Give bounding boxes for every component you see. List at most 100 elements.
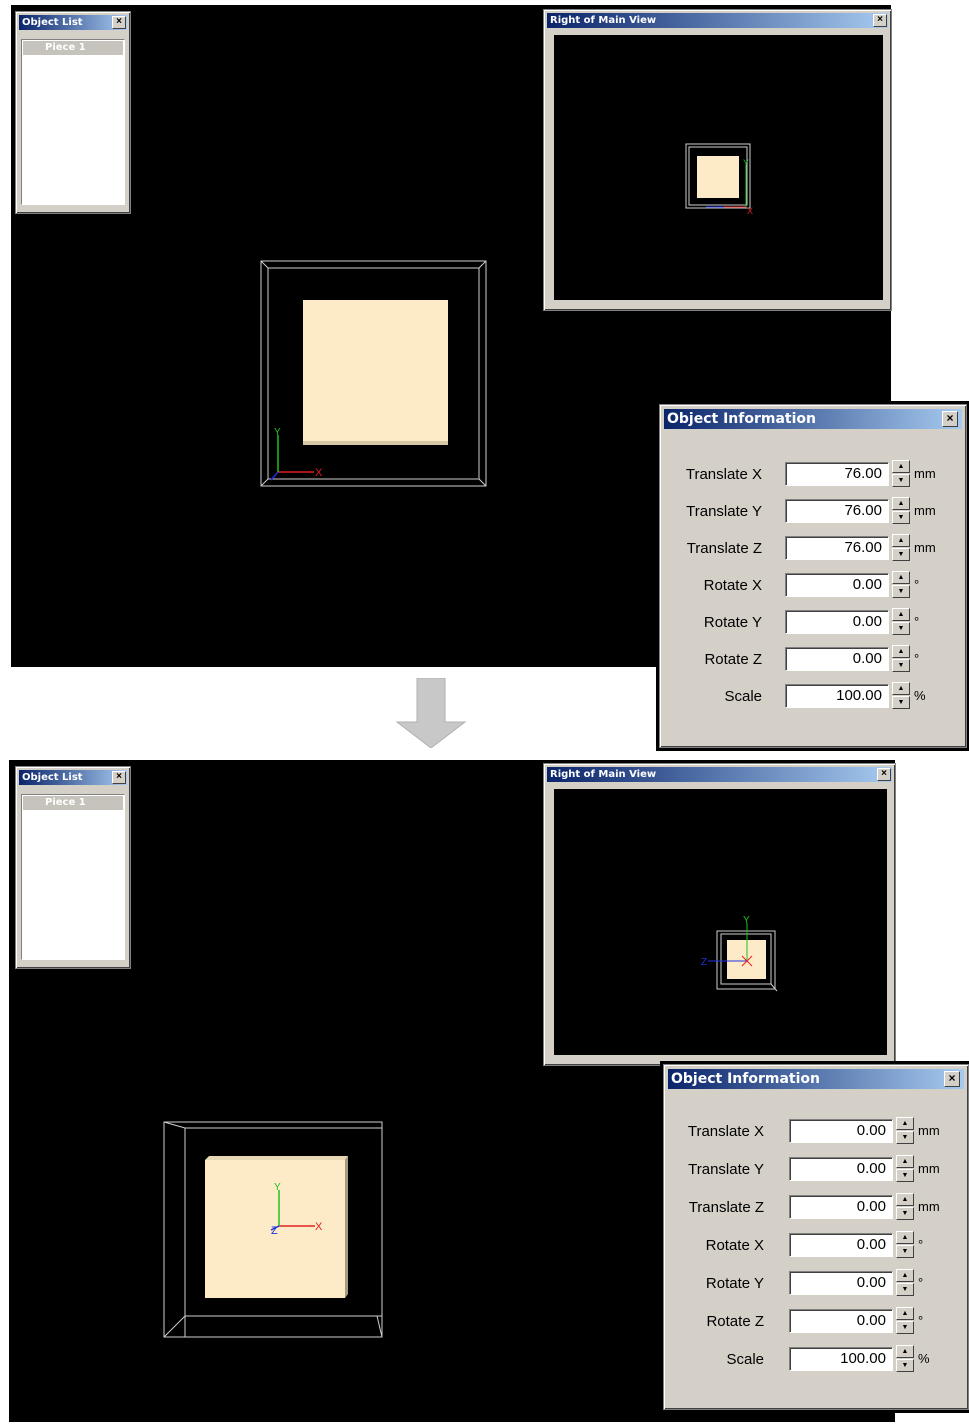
axis-z-label: Z [701, 957, 707, 968]
rotate-y-field[interactable]: 0.00 [789, 1271, 893, 1295]
translate-y-spinner[interactable]: ▲ ▼ [892, 497, 910, 525]
rotate-x-field[interactable]: 0.00 [785, 573, 889, 597]
unit-label: % [918, 1351, 930, 1366]
translate-x-spinner[interactable]: ▲ ▼ [896, 1117, 914, 1145]
spin-up-icon[interactable]: ▲ [896, 1155, 914, 1168]
rotate-y-field[interactable]: 0.00 [785, 610, 889, 634]
spin-up-icon[interactable]: ▲ [892, 645, 910, 658]
translate-y-label: Translate Y [686, 503, 762, 520]
row-translate-x: Translate X 76.00 ▲ ▼ mm [660, 460, 966, 488]
spin-down-icon[interactable]: ▼ [892, 622, 910, 635]
close-icon[interactable]: × [873, 14, 887, 27]
spin-up-icon[interactable]: ▲ [892, 497, 910, 510]
spin-up-icon[interactable]: ▲ [896, 1117, 914, 1130]
object-list-panel-before: Object List × Piece 1 [15, 11, 131, 214]
spin-down-icon[interactable]: ▼ [896, 1207, 914, 1220]
object-list-title: Object List [19, 15, 127, 30]
row-rotate-x: Rotate X 0.00 ▲ ▼ ° [664, 1231, 968, 1259]
unit-label: ° [914, 614, 920, 629]
close-icon[interactable]: × [944, 1071, 960, 1087]
scale-field[interactable]: 100.00 [785, 684, 889, 708]
translate-y-spinner[interactable]: ▲ ▼ [896, 1155, 914, 1183]
row-scale: Scale 100.00 ▲ ▼ % [664, 1345, 968, 1373]
row-rotate-x: Rotate X 0.00 ▲ ▼ ° [660, 571, 966, 599]
list-item[interactable]: Piece 1 [23, 41, 123, 55]
scale-spinner[interactable]: ▲ ▼ [892, 682, 910, 710]
row-translate-y: Translate Y 0.00 ▲ ▼ mm [664, 1155, 968, 1183]
rotate-x-spinner[interactable]: ▲ ▼ [896, 1231, 914, 1259]
scale-spinner[interactable]: ▲ ▼ [896, 1345, 914, 1373]
spin-down-icon[interactable]: ▼ [896, 1169, 914, 1182]
scale-label: Scale [724, 688, 762, 705]
object-list-panel-after: Object List × Piece 1 [15, 766, 131, 969]
close-icon[interactable]: × [877, 768, 891, 781]
row-rotate-z: Rotate Z 0.00 ▲ ▼ ° [660, 645, 966, 673]
spin-up-icon[interactable]: ▲ [892, 608, 910, 621]
translate-z-field[interactable]: 0.00 [789, 1195, 893, 1219]
spin-up-icon[interactable]: ▲ [896, 1269, 914, 1282]
spin-up-icon[interactable]: ▲ [896, 1345, 914, 1358]
spin-down-icon[interactable]: ▼ [896, 1321, 914, 1334]
translate-x-label: Translate X [685, 466, 762, 483]
unit-label: ° [918, 1237, 924, 1252]
spin-up-icon[interactable]: ▲ [892, 460, 910, 473]
list-item[interactable]: Piece 1 [23, 796, 123, 810]
down-arrow-icon [395, 678, 467, 748]
translate-y-field[interactable]: 0.00 [789, 1157, 893, 1181]
spin-down-icon[interactable]: ▼ [892, 696, 910, 709]
unit-label: ° [914, 577, 920, 592]
scale-field[interactable]: 100.00 [789, 1347, 893, 1371]
close-icon[interactable]: × [112, 771, 126, 784]
spin-up-icon[interactable]: ▲ [896, 1193, 914, 1206]
close-icon[interactable]: × [112, 16, 126, 29]
translate-z-label: Translate Z [686, 540, 762, 557]
right-viewport[interactable]: Z Y [554, 789, 887, 1055]
spin-up-icon[interactable]: ▲ [892, 682, 910, 695]
spin-down-icon[interactable]: ▼ [892, 474, 910, 487]
object-list-box[interactable]: Piece 1 [21, 794, 125, 960]
row-translate-x: Translate X 0.00 ▲ ▼ mm [664, 1117, 968, 1145]
spin-up-icon[interactable]: ▲ [896, 1307, 914, 1320]
close-icon[interactable]: × [942, 411, 958, 427]
row-translate-z: Translate Z 76.00 ▲ ▼ mm [660, 534, 966, 562]
spin-up-icon[interactable]: ▲ [892, 534, 910, 547]
object-information-panel-before: Object Information × Translate X 76.00 ▲… [656, 401, 969, 751]
object-list-box[interactable]: Piece 1 [21, 39, 125, 205]
row-scale: Scale 100.00 ▲ ▼ % [660, 682, 966, 710]
translate-x-field[interactable]: 0.00 [789, 1119, 893, 1143]
spin-down-icon[interactable]: ▼ [896, 1283, 914, 1296]
translate-z-field[interactable]: 76.00 [785, 536, 889, 560]
spin-up-icon[interactable]: ▲ [896, 1231, 914, 1244]
rotate-y-spinner[interactable]: ▲ ▼ [892, 608, 910, 636]
axis-y-label: Y [274, 427, 281, 438]
translate-z-spinner[interactable]: ▲ ▼ [896, 1193, 914, 1221]
spin-down-icon[interactable]: ▼ [892, 548, 910, 561]
translate-x-field[interactable]: 76.00 [785, 462, 889, 486]
spin-down-icon[interactable]: ▼ [896, 1131, 914, 1144]
rotate-x-spinner[interactable]: ▲ ▼ [892, 571, 910, 599]
unit-label: mm [918, 1123, 940, 1138]
spin-down-icon[interactable]: ▼ [896, 1245, 914, 1258]
rotate-z-field[interactable]: 0.00 [789, 1309, 893, 1333]
row-rotate-z: Rotate Z 0.00 ▲ ▼ ° [664, 1307, 968, 1335]
translate-z-spinner[interactable]: ▲ ▼ [892, 534, 910, 562]
rotate-z-spinner[interactable]: ▲ ▼ [892, 645, 910, 673]
translate-x-label: Translate X [687, 1123, 764, 1140]
right-viewport[interactable]: X Y [554, 35, 883, 300]
rotate-y-spinner[interactable]: ▲ ▼ [896, 1269, 914, 1297]
row-rotate-y: Rotate Y 0.00 ▲ ▼ ° [660, 608, 966, 636]
spin-down-icon[interactable]: ▼ [896, 1359, 914, 1372]
translate-x-spinner[interactable]: ▲ ▼ [892, 460, 910, 488]
rotate-x-field[interactable]: 0.00 [789, 1233, 893, 1257]
rotate-z-field[interactable]: 0.00 [785, 647, 889, 671]
unit-label: mm [918, 1199, 940, 1214]
spin-up-icon[interactable]: ▲ [892, 571, 910, 584]
spin-down-icon[interactable]: ▼ [892, 511, 910, 524]
rotate-y-label: Rotate Y [703, 614, 762, 631]
unit-label: mm [914, 466, 936, 481]
rotate-z-spinner[interactable]: ▲ ▼ [896, 1307, 914, 1335]
spin-down-icon[interactable]: ▼ [892, 659, 910, 672]
right-view-panel-before: Right of Main View × X Y [543, 9, 892, 311]
spin-down-icon[interactable]: ▼ [892, 585, 910, 598]
translate-y-field[interactable]: 76.00 [785, 499, 889, 523]
